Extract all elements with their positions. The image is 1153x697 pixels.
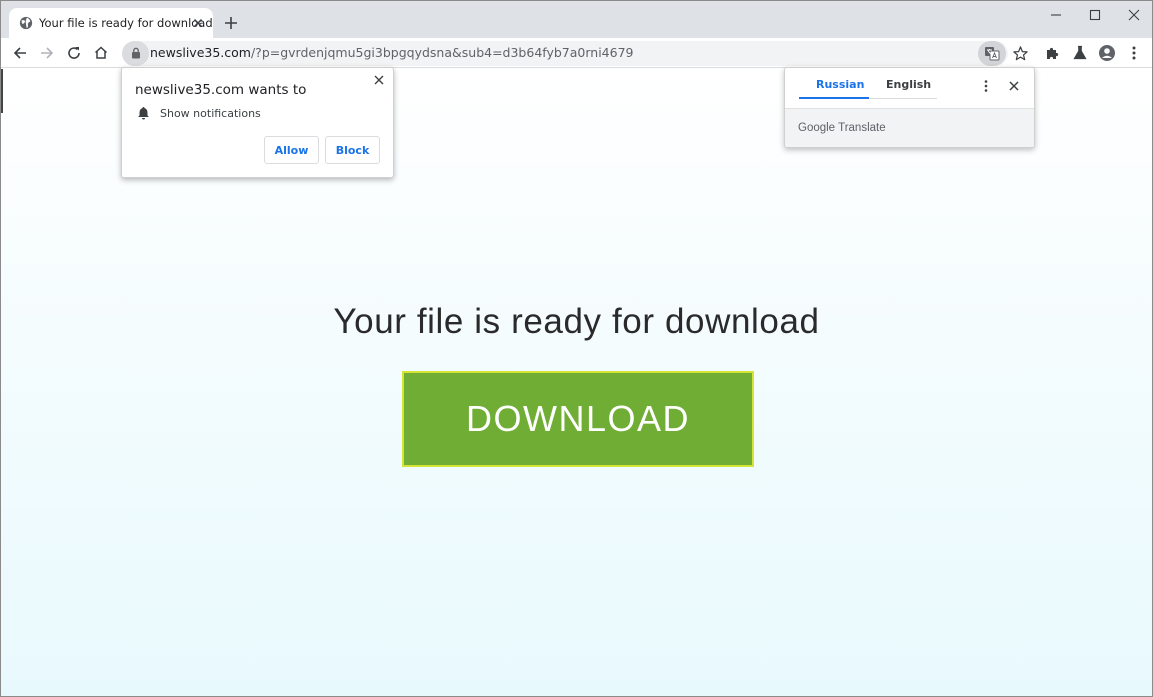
kebab-icon[interactable]: [981, 79, 991, 93]
address-bar[interactable]: newslive35.com/?p=gvrdenjqmu5gi3bpgqydsn…: [122, 41, 1028, 66]
url-text[interactable]: newslive35.com/?p=gvrdenjqmu5gi3bpgqydsn…: [150, 45, 633, 60]
translate-icon: [985, 47, 1000, 61]
notification-permission-prompt: newslive35.com wants to Show notificatio…: [121, 67, 394, 178]
home-icon[interactable]: [92, 44, 110, 62]
translate-bubble: Russian English Google Translate: [784, 67, 1035, 148]
prompt-title: newslive35.com wants to: [135, 82, 307, 98]
block-button[interactable]: Block: [325, 136, 380, 164]
brand-google: Google: [798, 122, 836, 134]
download-button[interactable]: DOWNLOAD: [402, 371, 754, 467]
close-window-icon[interactable]: [1126, 7, 1142, 23]
reload-icon[interactable]: [65, 44, 83, 62]
person-icon[interactable]: [1098, 44, 1116, 62]
google-translate-brand: Google Translate: [798, 122, 886, 134]
tab-divider: [869, 98, 937, 99]
url-host: newslive35.com: [150, 45, 251, 60]
tab-target-language[interactable]: English: [886, 78, 931, 91]
page-edge-mark: [1, 69, 3, 113]
globe-icon: [19, 16, 33, 30]
browser-toolbar: newslive35.com/?p=gvrdenjqmu5gi3bpgqydsn…: [1, 38, 1152, 68]
translate-footer: Google Translate: [785, 108, 1034, 147]
lock-icon: [132, 47, 140, 59]
tab-strip: Your file is ready for download: [1, 1, 1152, 38]
translate-button[interactable]: [978, 41, 1006, 66]
active-tab-indicator: [799, 97, 869, 99]
bell-icon: [138, 107, 149, 120]
flask-icon[interactable]: [1071, 44, 1089, 62]
maximize-icon[interactable]: [1087, 7, 1103, 23]
arrow-left-icon[interactable]: [11, 44, 29, 62]
browser-tab[interactable]: Your file is ready for download: [9, 8, 213, 38]
brand-translate: Translate: [838, 122, 886, 134]
site-info-button[interactable]: [122, 41, 149, 66]
tab-title: Your file is ready for download: [39, 16, 213, 30]
translate-language-tabs: Russian English: [785, 68, 1034, 108]
arrow-right-icon[interactable]: [38, 44, 56, 62]
permission-text: Show notifications: [160, 107, 261, 120]
browser-window: Your file is ready for download newslive…: [0, 0, 1153, 697]
kebab-icon[interactable]: [1125, 44, 1143, 62]
puzzle-icon[interactable]: [1044, 44, 1062, 62]
close-icon[interactable]: [191, 16, 205, 30]
allow-button[interactable]: Allow: [264, 136, 319, 164]
tab-source-language[interactable]: Russian: [816, 78, 864, 91]
plus-icon[interactable]: [223, 15, 239, 31]
close-icon[interactable]: [373, 74, 385, 86]
star-icon[interactable]: [1012, 45, 1029, 62]
close-icon[interactable]: [1008, 80, 1020, 92]
url-path: /?p=gvrdenjqmu5gi3bpgqydsna&sub4=d3b64fy…: [250, 45, 634, 60]
page-title: Your file is ready for download: [333, 302, 820, 341]
minimize-icon[interactable]: [1048, 7, 1064, 23]
